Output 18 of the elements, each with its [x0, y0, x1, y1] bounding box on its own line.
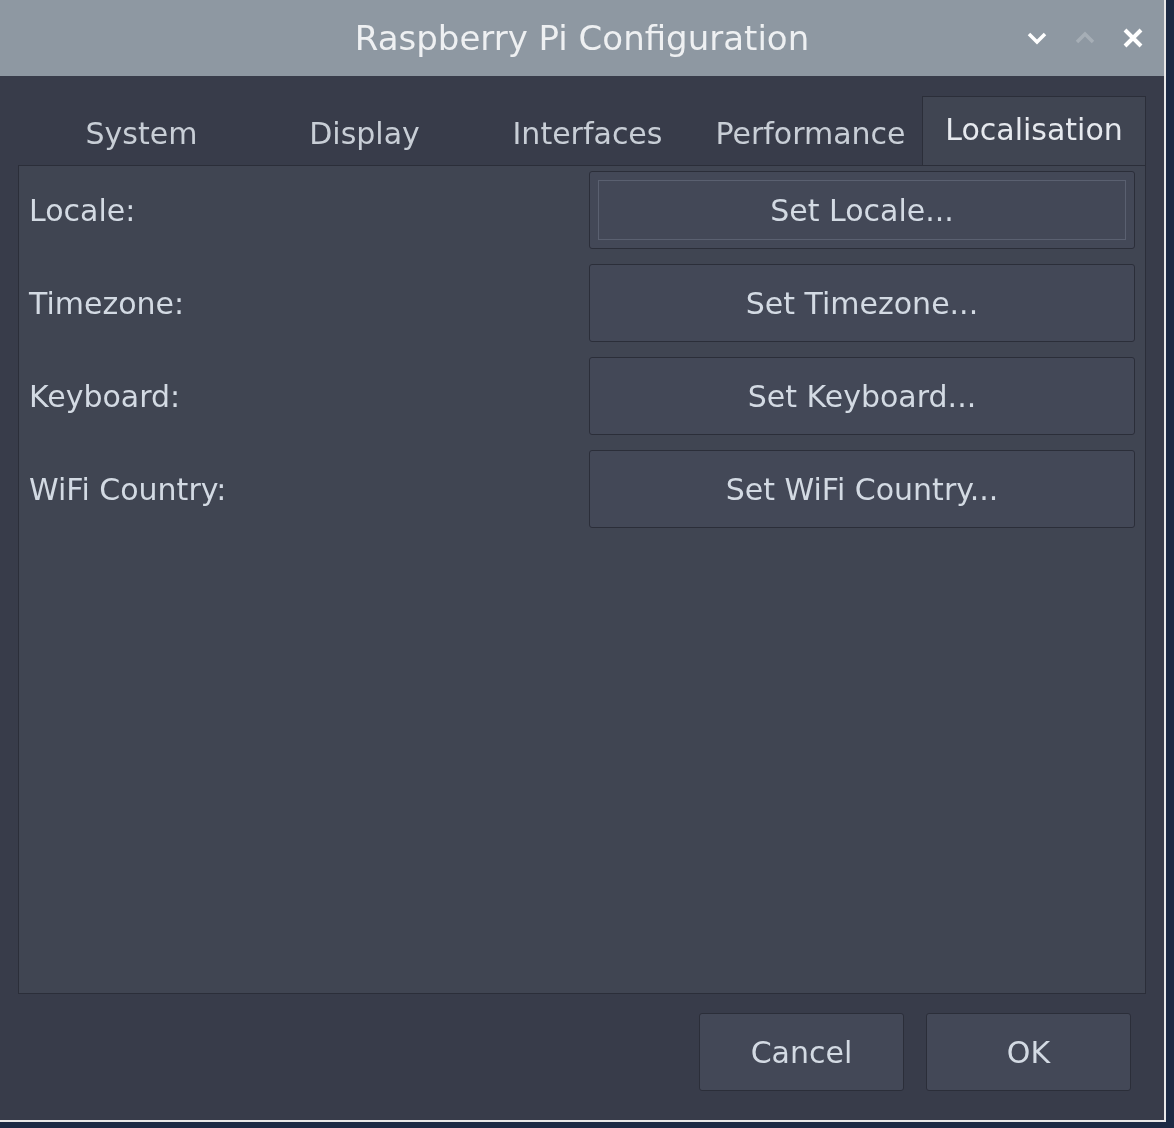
setting-label: WiFi Country: [29, 470, 227, 509]
tab[interactable]: Localisation [922, 96, 1146, 166]
tab[interactable]: Display [253, 101, 476, 165]
tab[interactable]: Performance [699, 101, 922, 165]
set-button[interactable]: Set Locale... [589, 171, 1135, 249]
tab[interactable]: Interfaces [476, 101, 699, 165]
set-button[interactable]: Set Timezone... [589, 264, 1135, 342]
setting-label: Keyboard: [29, 377, 181, 416]
set-button[interactable]: Set WiFi Country... [589, 450, 1135, 528]
set-button[interactable]: Set Keyboard... [589, 357, 1135, 435]
tab[interactable]: System [30, 101, 253, 165]
close-icon[interactable] [1122, 27, 1144, 49]
dialog-button[interactable]: OK [926, 1013, 1131, 1091]
dialog-button[interactable]: Cancel [699, 1013, 904, 1091]
window-title: Raspberry Pi Configuration [354, 16, 810, 60]
setting-label: Locale: [29, 191, 136, 230]
minimize-icon[interactable] [1026, 31, 1048, 45]
setting-label: Timezone: [29, 284, 185, 323]
